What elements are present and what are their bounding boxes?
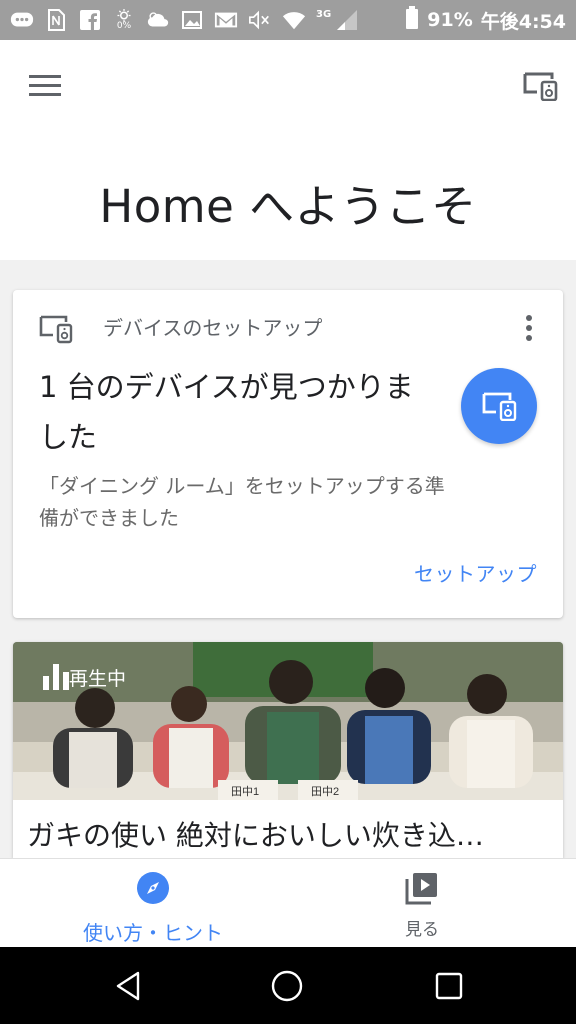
devices-icon	[39, 314, 75, 346]
more-vert-icon[interactable]	[517, 312, 541, 344]
setup-button[interactable]: セットアップ	[414, 558, 537, 587]
page-title: Home へようこそ	[99, 180, 477, 233]
card-description: 「ダイニング ルーム」をセットアップする準備ができました	[39, 474, 445, 530]
signal-icon	[335, 9, 359, 31]
image-icon	[180, 9, 204, 31]
weather-icon: 0%	[112, 9, 136, 31]
facebook-icon	[78, 9, 102, 31]
mute-icon	[248, 9, 272, 31]
device-setup-card[interactable]: デバイスのセットアップ 1 台のデバイスが見つかりました 「ダイニング ルーム」…	[13, 290, 563, 618]
now-playing-card[interactable]: 田中1 田中2 再生中 ガキの使い 絶対においしい炊き込…	[13, 642, 563, 858]
battery-percent: 91%	[427, 9, 473, 31]
card-kicker: デバイスのセットアップ	[103, 316, 323, 340]
speaker-device-button[interactable]	[461, 368, 537, 444]
video-thumbnail[interactable]: 田中1 田中2 再生中	[13, 642, 563, 800]
compass-icon	[136, 871, 170, 909]
card-title: 1 台のデバイスが見つかりました	[39, 370, 414, 454]
hamburger-menu-icon[interactable]	[24, 66, 66, 106]
clock: 午後4:54	[480, 10, 566, 33]
app-bar	[0, 40, 576, 132]
bottom-navigation: 使い方・ヒント 見る	[0, 858, 576, 947]
nav-tips-tab[interactable]: 使い方・ヒント	[70, 871, 236, 945]
devices-cast-icon[interactable]	[518, 66, 562, 106]
now-playing-indicator: 再生中	[43, 664, 126, 691]
weather-temp: 0%	[116, 21, 132, 31]
chat-icon	[10, 9, 34, 31]
recents-icon[interactable]	[430, 967, 468, 1005]
speaker-device-icon	[482, 392, 517, 421]
network-type: 3G	[316, 8, 332, 20]
battery-icon	[405, 5, 419, 35]
wifi-icon	[282, 9, 306, 31]
nav-watch-tab[interactable]: 見る	[384, 871, 460, 940]
welcome-header: Home へようこそ	[0, 132, 576, 260]
nav-watch-label: 見る	[405, 920, 439, 940]
thumbnail-label-2: 田中2	[311, 785, 339, 798]
now-playing-label: 再生中	[69, 668, 127, 690]
media-title: ガキの使い 絶対においしい炊き込…	[27, 819, 484, 852]
status-bar: 0% 3G 91% 午後4:54	[0, 0, 576, 40]
cloud-icon	[146, 9, 170, 31]
system-navigation-bar	[0, 947, 576, 1024]
back-icon[interactable]	[110, 967, 148, 1005]
home-icon[interactable]	[268, 967, 306, 1005]
thumbnail-label-1: 田中1	[231, 785, 259, 798]
sim-icon	[44, 9, 68, 31]
nav-tips-label: 使い方・ヒント	[83, 921, 223, 945]
gmail-icon	[214, 9, 238, 31]
video-library-icon	[405, 871, 439, 909]
